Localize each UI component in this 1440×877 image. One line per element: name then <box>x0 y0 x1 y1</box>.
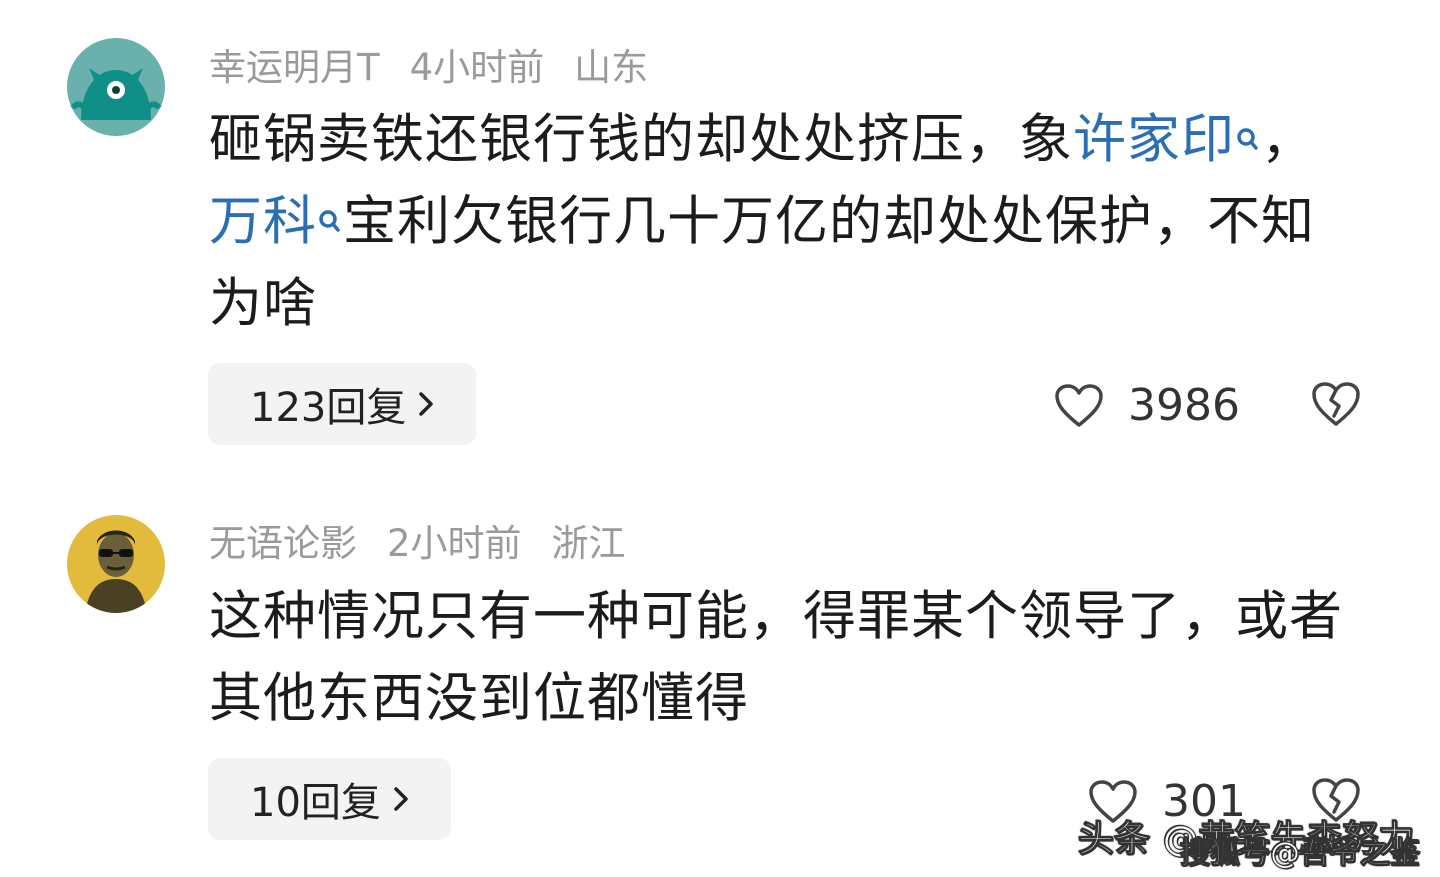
comment-text: 砸锅卖铁还银行钱的却处处挤压，象许家印 ，万科 宝利欠银行几十万亿的却处处保护，不知… <box>209 109 1315 334</box>
location: 浙江 <box>551 522 626 565</box>
reply-count: 10回复 <box>250 780 381 826</box>
link-vanke[interactable]: 万科 <box>209 191 343 252</box>
chevron-right-icon <box>419 392 434 416</box>
like-button[interactable]: 3986 <box>1054 380 1240 431</box>
dislike-button[interactable] <box>1310 380 1362 432</box>
location: 山东 <box>574 46 649 89</box>
replies-button[interactable]: 123回复 <box>208 363 477 445</box>
comment-text: 这种情况只有一种可能，得罪某个领导了，或者其他东西没到位都懂得 <box>209 586 1343 729</box>
chevron-right-icon <box>394 787 408 811</box>
watermark-sohu: 搜狐号@吾爷之鉴 <box>1180 836 1421 872</box>
comment-meta: 幸运明月T 4小时前 山东 <box>209 46 678 90</box>
link-xujiayin[interactable]: 许家印 <box>1073 109 1261 170</box>
timestamp: 2小时前 <box>387 522 522 565</box>
avatar[interactable] <box>67 38 165 136</box>
broken-heart-icon <box>1312 382 1360 426</box>
timestamp: 4小时前 <box>409 46 545 89</box>
avatar-monster-icon <box>67 38 165 136</box>
search-icon <box>317 189 343 232</box>
username[interactable]: 无语论影 <box>209 522 357 565</box>
replies-button[interactable]: 10回复 <box>208 758 451 840</box>
username[interactable]: 幸运明月T <box>209 46 380 89</box>
avatar-person-icon <box>67 515 165 613</box>
comment-meta: 无语论影 2小时前 浙江 <box>209 522 656 566</box>
search-icon <box>1235 107 1261 150</box>
heart-icon <box>1055 383 1103 427</box>
like-count: 3986 <box>1128 380 1240 431</box>
reply-count: 123回复 <box>250 385 407 431</box>
avatar[interactable] <box>67 515 165 613</box>
